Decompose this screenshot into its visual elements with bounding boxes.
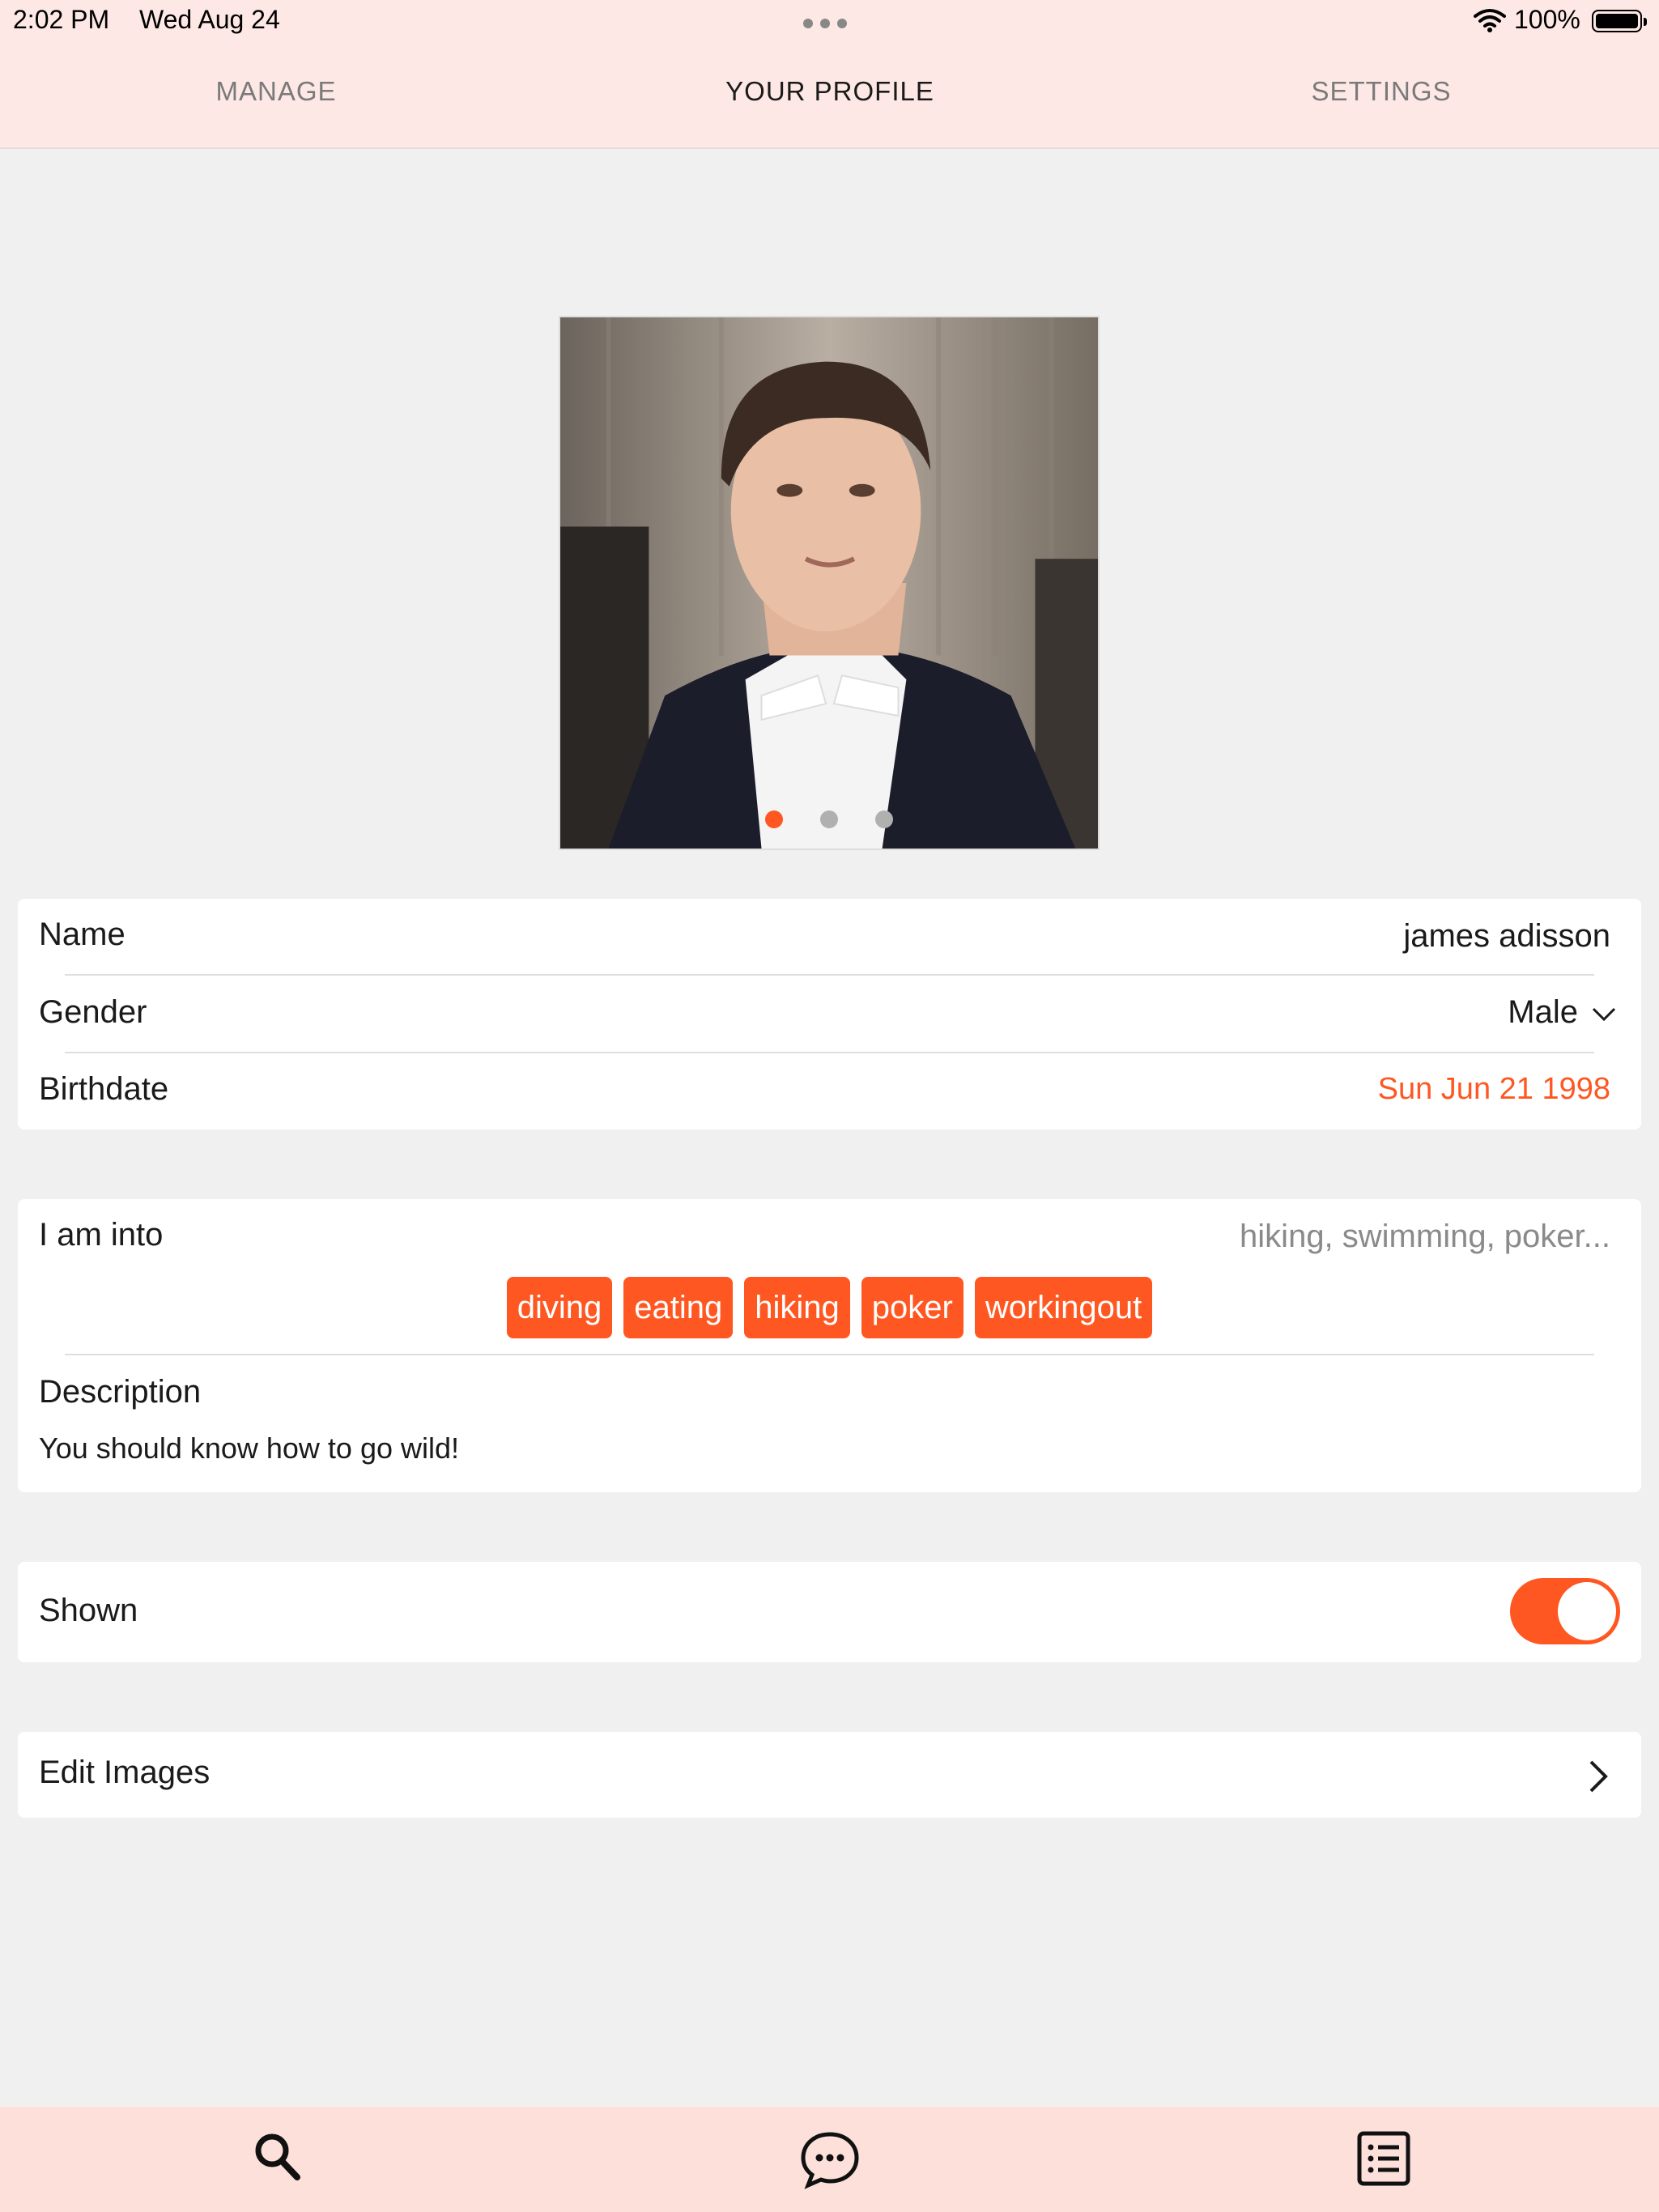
interests-card: I am into hiking, swimming, poker... div… [18,1199,1641,1492]
chevron-down-icon[interactable] [1591,1006,1617,1023]
description-field[interactable]: You should know how to go wild! [39,1431,459,1465]
tab-settings[interactable]: SETTINGS [1311,76,1451,107]
interest-tag[interactable]: diving [506,1277,613,1338]
photo-pager [560,810,1098,832]
interest-tag[interactable]: poker [861,1277,963,1338]
tab-your-profile[interactable]: YOUR PROFILE [725,76,934,107]
wifi-icon [1474,9,1506,32]
birthdate-label: Birthdate [39,1071,169,1107]
gender-label: Gender [39,994,147,1030]
pager-dot[interactable] [875,810,893,828]
bottom-tab-bar [0,2107,1659,2212]
description-label: Description [39,1374,202,1410]
interest-tag[interactable]: eating [623,1277,734,1338]
pager-dot[interactable] [820,810,838,828]
tab-manage[interactable]: MANAGE [215,76,336,107]
interests-input[interactable]: hiking, swimming, poker... [1240,1219,1610,1255]
status-date: Wed Aug 24 [139,5,280,34]
divider [65,1354,1594,1355]
chevron-right-icon [1589,1760,1608,1793]
edit-images-row[interactable]: Edit Images [18,1732,1641,1818]
basic-info-card: Name james adisson Gender Male Birthdate… [18,899,1641,1129]
edit-images-label: Edit Images [39,1755,211,1790]
interest-tag[interactable]: hiking [744,1277,850,1338]
top-tab-bar: MANAGE YOUR PROFILE SETTINGS [0,44,1659,149]
pager-dot[interactable] [765,810,783,828]
birthdate-picker[interactable]: Sun Jun 21 1998 [1378,1072,1610,1107]
name-field[interactable]: james adisson [1403,918,1610,955]
divider [65,974,1594,976]
interest-tags: diving eating hiking poker workingout [18,1277,1641,1338]
divider [65,1052,1594,1053]
battery-percent: 100% [1514,5,1580,34]
gender-select[interactable]: Male [1508,994,1578,1031]
status-time: 2:02 PM [13,5,110,34]
visibility-card: Shown [18,1562,1641,1662]
profile-photo [560,317,1098,849]
chat-icon[interactable] [800,2131,860,2189]
battery-icon [1592,10,1647,32]
interest-tag[interactable]: workingout [974,1277,1153,1338]
shown-toggle[interactable] [1510,1578,1620,1644]
status-bar: 2:02 PM Wed Aug 24 100% [0,0,1659,44]
profile-photo-carousel[interactable] [559,316,1100,850]
search-icon[interactable] [253,2131,303,2183]
list-icon[interactable] [1357,2131,1410,2186]
interests-label: I am into [39,1217,164,1253]
shown-label: Shown [39,1593,138,1628]
name-label: Name [39,917,125,952]
multitask-dots-icon[interactable] [803,18,855,29]
